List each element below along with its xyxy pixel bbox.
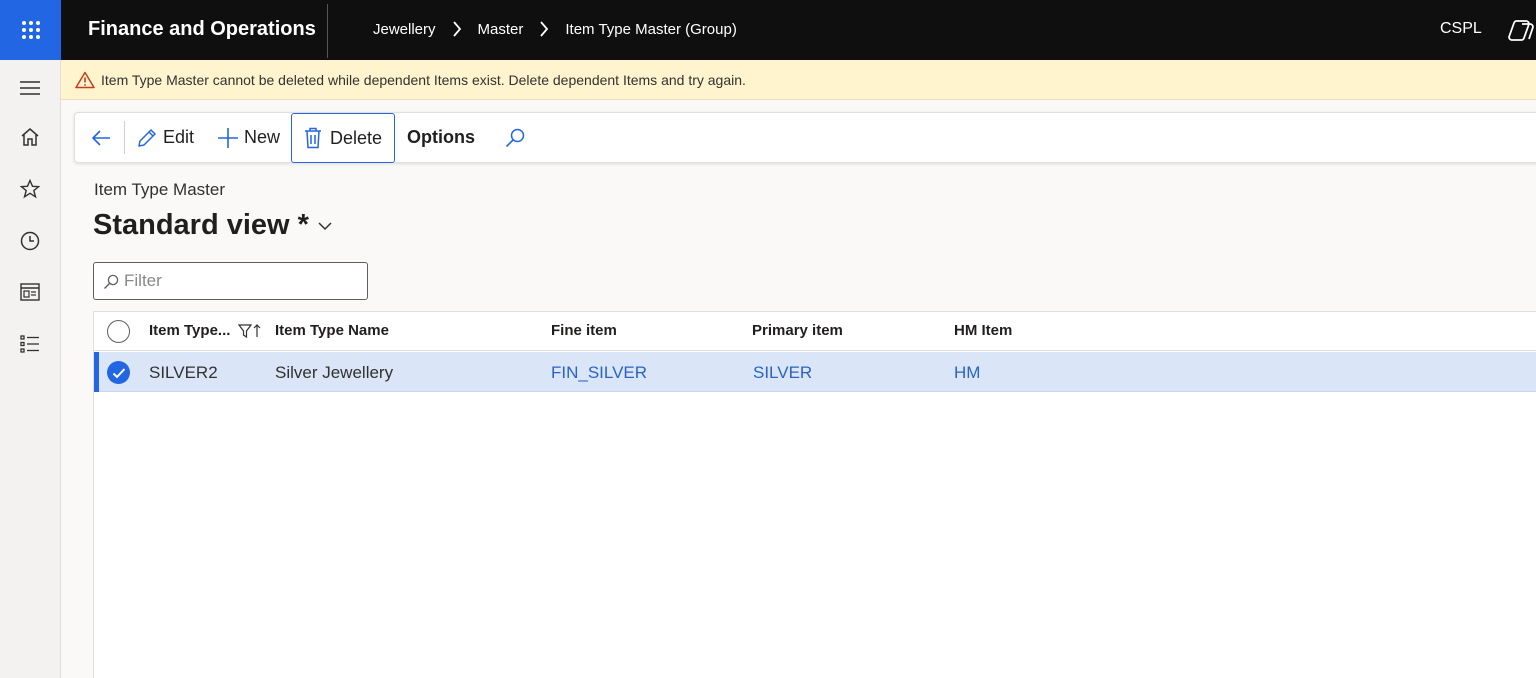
edit-button-label: Edit — [163, 127, 195, 147]
waffle-icon — [21, 21, 40, 39]
breadcrumb-item-current[interactable]: Item Type Master (Group) — [565, 21, 736, 38]
cell-primary-item-link[interactable]: SILVER — [753, 363, 812, 383]
copilot-icon — [1508, 20, 1534, 41]
options-tab[interactable]: Options — [407, 113, 475, 162]
trash-icon — [305, 127, 321, 149]
new-button[interactable]: New — [217, 113, 280, 162]
clock-icon[interactable] — [18, 229, 42, 253]
hamburger-icon[interactable] — [18, 76, 42, 100]
search-icon — [103, 274, 119, 295]
action-pane: Edit New Delete Options — [74, 112, 1536, 163]
action-pane-divider — [124, 121, 125, 154]
cell-hm-item-link[interactable]: HM — [954, 363, 980, 383]
warning-message-bar: Item Type Master cannot be deleted while… — [61, 60, 1536, 100]
item-type-grid: Item Type... Item Type Name Fine item Pr… — [93, 311, 1536, 678]
new-button-label: New — [244, 127, 281, 147]
warning-message-text: Item Type Master cannot be deleted while… — [101, 72, 746, 88]
home-icon[interactable] — [18, 125, 42, 149]
grid-header: Item Type... Item Type Name Fine item Pr… — [94, 312, 1536, 351]
copilot-button[interactable] — [1508, 18, 1536, 49]
app-title[interactable]: Finance and Operations — [88, 18, 316, 41]
company-picker[interactable]: CSPL — [1440, 20, 1482, 38]
search-icon — [505, 128, 525, 147]
app-launcher-button[interactable] — [0, 0, 61, 60]
delete-button[interactable]: Delete — [291, 113, 396, 163]
column-header-item-type[interactable]: Item Type... — [149, 322, 262, 339]
filter-box — [93, 262, 368, 300]
selected-row-indicator — [94, 352, 99, 392]
column-header-primary-item[interactable]: Primary item — [752, 322, 843, 339]
pencil-icon — [138, 128, 156, 147]
checkmark-icon — [112, 367, 125, 378]
view-selector[interactable]: Standard view * — [93, 209, 333, 242]
table-row[interactable]: SILVER2 Silver Jewellery FIN_SILVER SILV… — [94, 352, 1536, 392]
chevron-down-icon — [317, 221, 333, 231]
warning-triangle-icon — [75, 71, 95, 94]
column-header-fine-item[interactable]: Fine item — [551, 322, 617, 339]
column-header-item-type-name[interactable]: Item Type Name — [275, 322, 389, 339]
cell-fine-item-link[interactable]: FIN_SILVER — [551, 363, 647, 383]
chevron-right-icon — [452, 20, 462, 38]
title-divider — [327, 4, 328, 58]
delete-button-label: Delete — [330, 127, 383, 148]
column-header-hm-item[interactable]: HM Item — [954, 322, 1012, 339]
back-arrow-icon — [91, 129, 110, 146]
list-icon[interactable] — [18, 332, 42, 356]
column-header-label: Item Type... — [149, 322, 231, 339]
chevron-right-icon — [539, 20, 549, 38]
row-checkbox[interactable] — [107, 361, 130, 384]
select-all-checkbox[interactable] — [107, 320, 130, 343]
plus-icon — [218, 127, 238, 148]
cell-item-type-name[interactable]: Silver Jewellery — [275, 363, 393, 383]
edit-button[interactable]: Edit — [136, 113, 194, 162]
star-icon[interactable] — [18, 177, 42, 201]
filter-input[interactable] — [124, 265, 362, 297]
back-button[interactable] — [91, 113, 111, 162]
breadcrumb-item-jewellery[interactable]: Jewellery — [373, 21, 436, 38]
breadcrumb: Jewellery Master Item Type Master (Group… — [373, 20, 737, 38]
search-button[interactable] — [505, 113, 525, 162]
filter-sort-icon — [238, 323, 261, 338]
cell-item-type[interactable]: SILVER2 — [149, 363, 218, 383]
top-bar: Finance and Operations Jewellery Master … — [0, 0, 1536, 60]
breadcrumb-item-master[interactable]: Master — [478, 21, 524, 38]
view-name: Standard view * — [93, 209, 309, 241]
left-navigation — [0, 60, 61, 678]
form-caption: Item Type Master — [94, 180, 226, 199]
workspace-icon[interactable] — [18, 280, 42, 304]
